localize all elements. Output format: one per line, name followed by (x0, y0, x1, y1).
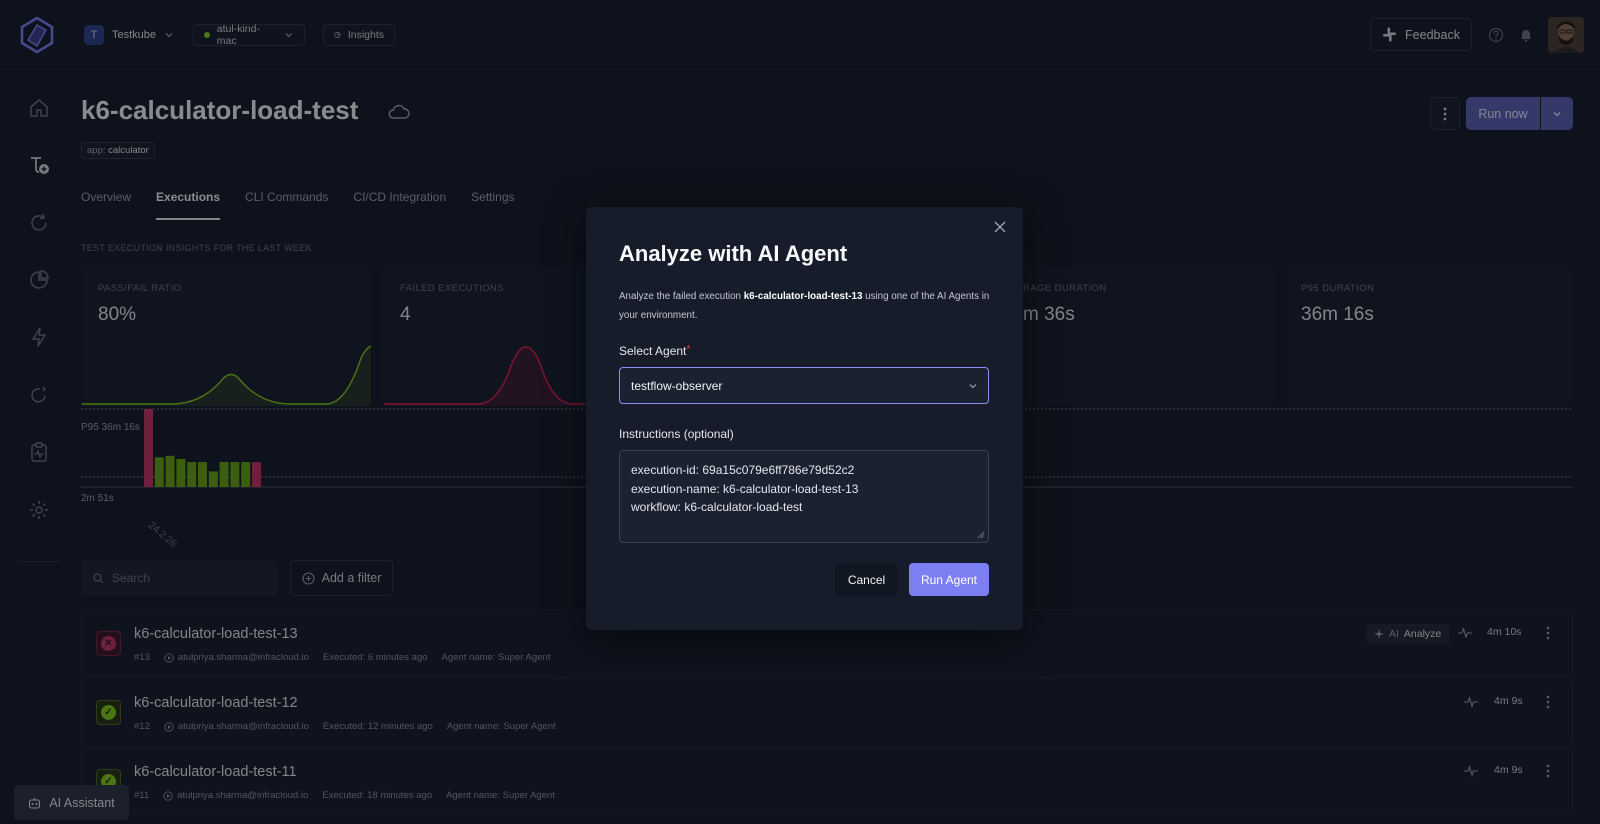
required-marker: * (686, 344, 691, 355)
instructions-line: workflow: k6-calculator-load-test (631, 500, 803, 514)
selected-agent: testflow-observer (631, 378, 723, 393)
dialog-description: Analyze the failed execution k6-calculat… (619, 287, 994, 325)
close-icon[interactable] (993, 220, 1007, 234)
cancel-button[interactable]: Cancel (835, 563, 898, 596)
select-agent-label: Select Agent* (619, 344, 690, 358)
instructions-line: execution-name: k6-calculator-load-test-… (631, 481, 859, 496)
instructions-line: execution-id: 69a15c079e6ff786e79d52c2 (631, 463, 855, 477)
instructions-textarea[interactable]: execution-id: 69a15c079e6ff786e79d52c2 e… (619, 450, 989, 543)
desc-before: Analyze the failed execution (619, 291, 744, 302)
resize-handle-icon[interactable] (977, 531, 985, 539)
analyze-ai-agent-dialog: Analyze with AI Agent Analyze the failed… (586, 207, 1023, 630)
instructions-label: Instructions (optional) (619, 427, 734, 441)
dialog-title: Analyze with AI Agent (619, 241, 848, 266)
agent-select[interactable]: testflow-observer (619, 367, 989, 404)
desc-execution-name: k6-calculator-load-test-13 (743, 291, 863, 302)
chevron-down-icon (969, 384, 977, 389)
run-agent-button[interactable]: Run Agent (909, 563, 989, 596)
select-agent-label-text: Select Agent (619, 344, 687, 358)
